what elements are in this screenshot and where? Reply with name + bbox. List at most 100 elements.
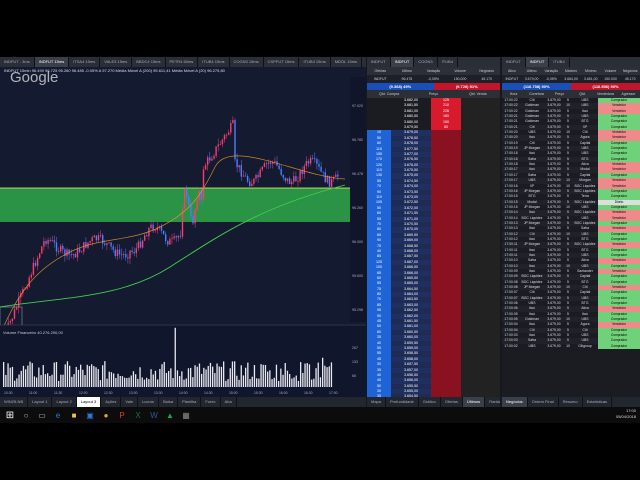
search-icon[interactable]: ○ xyxy=(20,409,32,421)
candle-body xyxy=(242,175,245,177)
tab-2[interactable]: Layout 2 xyxy=(52,397,77,407)
volume-bar xyxy=(77,369,80,387)
volume-bar xyxy=(229,368,231,387)
tab-0[interactable]: INDFUT - 3ms xyxy=(0,57,35,67)
edge-icon[interactable]: e xyxy=(52,409,64,421)
times-and-trades[interactable]: Ativo Último Variação Máximo Mínimo Volume Neg… xyxy=(502,67,640,397)
tab-8[interactable]: CSPFUT 15ms xyxy=(264,57,300,67)
tab-10[interactable]: Aba xyxy=(221,397,237,407)
tab-0[interactable]: WIN25-NB xyxy=(0,397,29,407)
candle-body xyxy=(104,243,106,245)
candle-body xyxy=(179,236,182,237)
volume-bar xyxy=(104,361,106,387)
volume-bar xyxy=(165,372,168,387)
order-book[interactable]: Ofertas Último Variação Volume Negócios INDFU… xyxy=(367,67,500,397)
tab-9[interactable]: ITUB4 15ms xyxy=(299,57,331,67)
tab-4[interactable]: Últimos xyxy=(462,397,486,407)
tab-3[interactable]: ITUB4 xyxy=(438,57,458,67)
tab-5[interactable]: Ranking xyxy=(485,397,500,407)
candle-body xyxy=(246,176,249,182)
task-view-icon[interactable]: ▭ xyxy=(36,409,48,421)
candle-body xyxy=(309,157,312,164)
candle-body xyxy=(118,249,121,255)
tab-6[interactable]: Lucros xyxy=(138,397,160,407)
volume-bar xyxy=(201,373,203,387)
volume-bar xyxy=(203,367,205,387)
tab-8[interactable]: Planilha xyxy=(178,397,202,407)
tab-7[interactable]: Bolsa xyxy=(159,397,179,407)
volume-bar xyxy=(242,375,245,387)
candle-body xyxy=(261,166,263,170)
tab-4[interactable]: BBDC4 15ms xyxy=(132,57,166,67)
tab-3[interactable]: Layout 3 xyxy=(76,397,102,407)
candle-body xyxy=(43,241,45,247)
volume-bar xyxy=(258,378,260,387)
tab-11[interactable]: DOL 2 15ms xyxy=(362,57,366,67)
tab-0[interactable]: Mapa xyxy=(367,397,387,407)
tab-6[interactable]: ITUB4 15ms xyxy=(198,57,230,67)
tab-3[interactable]: Ofertas xyxy=(441,397,463,407)
tab-1[interactable]: Ordem Final xyxy=(528,397,559,407)
tab-2[interactable]: ITUB4 xyxy=(549,57,570,67)
candle-body xyxy=(125,254,127,258)
trade-cell: Comprador xyxy=(598,343,640,350)
candle-body xyxy=(55,242,58,252)
volume-bar xyxy=(220,366,223,387)
candle-body xyxy=(337,174,339,177)
tab-2[interactable]: Gráfico xyxy=(419,397,441,407)
calculator-icon[interactable]: ▦ xyxy=(180,409,192,421)
header-label: Negócios xyxy=(622,69,638,73)
tab-1[interactable]: INDFUT xyxy=(525,57,550,67)
candle-body xyxy=(177,236,179,238)
excel-icon[interactable]: X xyxy=(132,409,144,421)
system-clock[interactable]: 17:00 05/04/2018 xyxy=(616,408,636,420)
volume-bar xyxy=(315,368,317,387)
tab-1[interactable]: Profundidade xyxy=(386,397,419,407)
header-values: INDFUT 3.679,00 -0,05% 3.684,00 3.651,00 150.… xyxy=(502,75,640,83)
explorer-icon[interactable]: ■ xyxy=(68,409,80,421)
trading-app-icon[interactable]: ▲ xyxy=(164,409,176,421)
windows-icon[interactable]: ⊞ xyxy=(4,409,16,421)
volume-bar xyxy=(223,361,225,387)
powerpoint-icon[interactable]: P xyxy=(116,409,128,421)
volume-bar xyxy=(143,379,146,387)
tab-5[interactable]: PETR4 60ms xyxy=(166,57,199,67)
tab-1[interactable]: INDFUT xyxy=(390,57,415,67)
candle-body xyxy=(318,163,320,167)
tab-4[interactable]: Ações xyxy=(101,397,122,407)
chart-canvas[interactable]: 97.020 96.780 96.478 96.260 96.000 95.600 95.2… xyxy=(0,67,366,397)
tab-3[interactable]: VALE3 15ms xyxy=(100,57,133,67)
time-tick: 12:00 xyxy=(79,391,88,395)
candle-body xyxy=(202,169,205,200)
tab-10[interactable]: MDOL 15ms xyxy=(331,57,363,67)
tab-2[interactable]: ITSA4 15ms xyxy=(69,57,101,67)
tab-2[interactable]: Resumo xyxy=(559,397,583,407)
tab-7[interactable]: COGN3 15ms xyxy=(230,57,264,67)
volume-bar xyxy=(7,363,9,387)
tab-5[interactable]: Vale xyxy=(121,397,139,407)
column-header: Qtd. Compra xyxy=(379,92,400,96)
volume-bar xyxy=(245,367,247,387)
tab-0[interactable]: Negócios xyxy=(502,397,528,407)
chrome-icon[interactable]: ● xyxy=(100,409,112,421)
tab-0[interactable]: INDFUT xyxy=(502,57,526,67)
candle-body xyxy=(146,235,148,237)
store-icon[interactable]: ▣ xyxy=(84,409,96,421)
tab-1[interactable]: INDFUT 15ms xyxy=(34,57,70,67)
tab-1[interactable]: Layout 1 xyxy=(28,397,53,407)
candle-body xyxy=(13,309,16,319)
word-icon[interactable]: W xyxy=(148,409,160,421)
price-chart[interactable]: 97.020 96.780 96.478 96.260 96.000 95.600 95.2… xyxy=(0,67,366,397)
candle-body xyxy=(74,254,77,258)
tab-0[interactable]: INDFUT xyxy=(367,57,391,67)
candle-body xyxy=(267,162,270,164)
volume-bar xyxy=(324,365,326,387)
time-tick: 14:00 xyxy=(179,391,188,395)
tab-2[interactable]: COGN3 xyxy=(414,57,438,67)
tab-3[interactable]: Estatísticas xyxy=(583,397,613,407)
tab-9[interactable]: Forex xyxy=(201,397,221,407)
trade-row[interactable]: 17:00:02 UBS 3.679,00 10 Citigroup Comprador xyxy=(502,343,640,350)
volume-bar xyxy=(9,367,11,387)
candle-body xyxy=(169,239,171,245)
candle-body xyxy=(236,159,238,168)
